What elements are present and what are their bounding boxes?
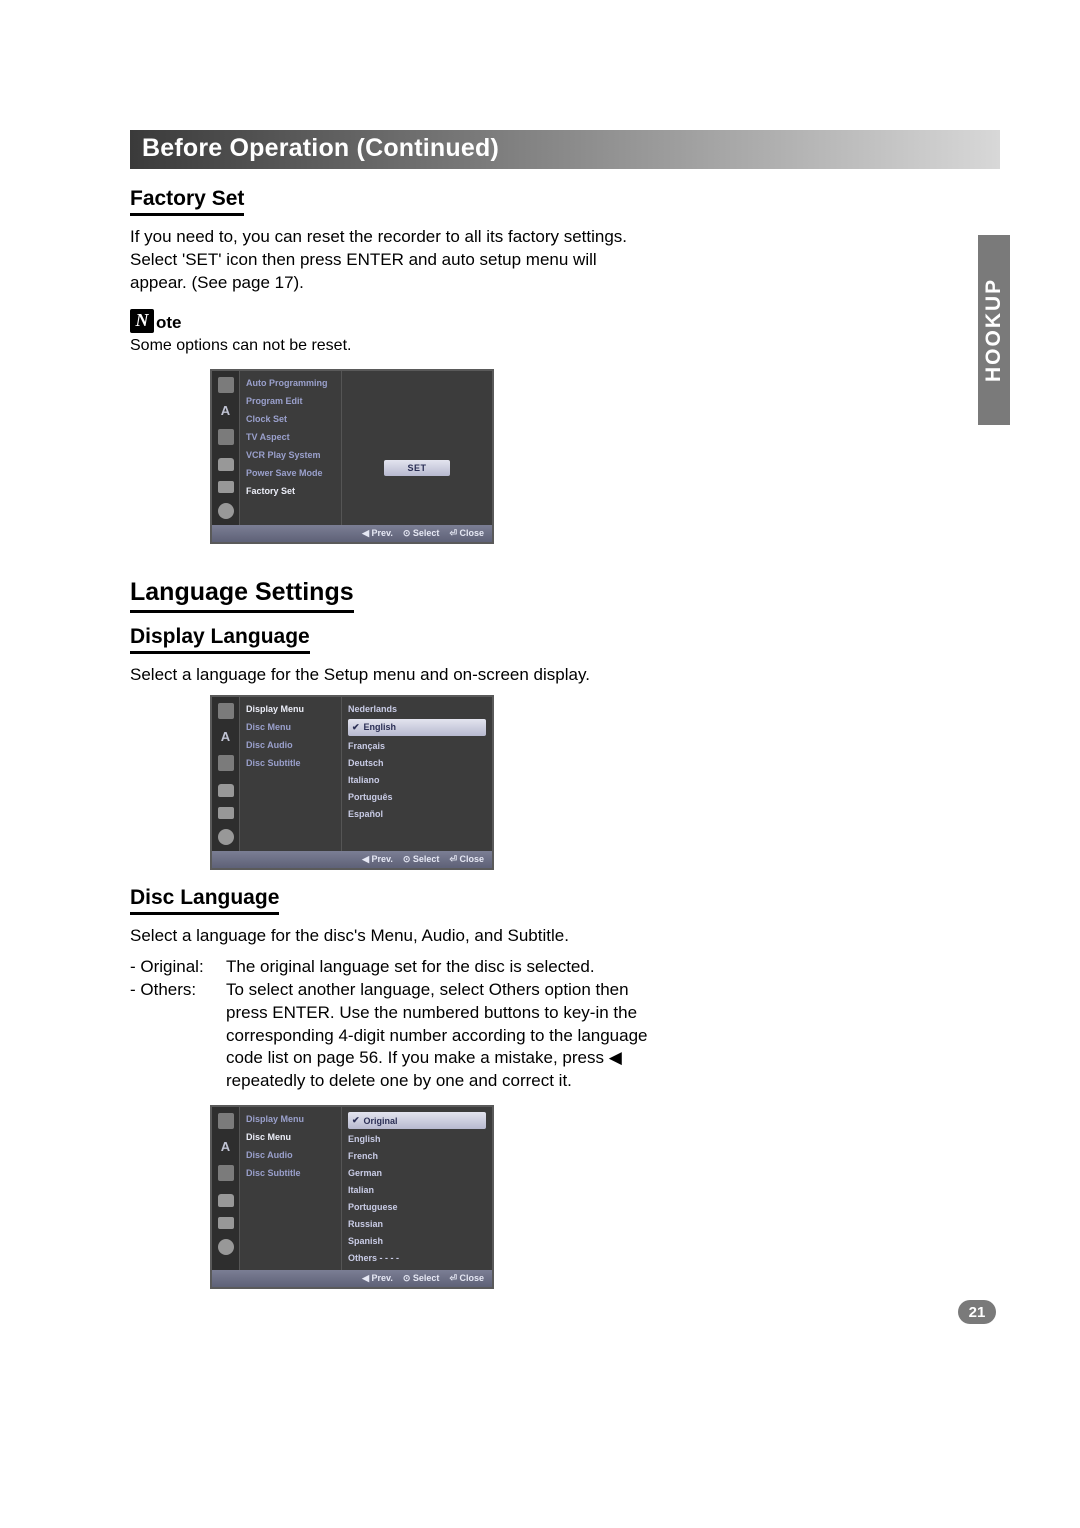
osd-footer: ◀ Prev. ⊙ Select ⏎ Close: [212, 1270, 492, 1287]
letter-a-icon: A: [218, 1139, 234, 1155]
menu-item[interactable]: Disc Subtitle: [246, 756, 335, 770]
osd-menu-list: Display Menu Disc Menu Disc Audio Disc S…: [240, 1107, 342, 1270]
menu-item[interactable]: Power Save Mode: [246, 466, 335, 480]
hdd-icon: [218, 807, 234, 819]
screen-icon: [218, 429, 234, 445]
osd-sidebar-icons: A: [212, 1107, 240, 1270]
heading-language-settings: Language Settings: [130, 578, 354, 613]
text-original: The original language set for the disc i…: [226, 956, 660, 979]
text-disc-language-body: Select a language for the disc's Menu, A…: [130, 925, 640, 948]
osd-disc-language: A Display Menu Disc Menu Disc Audio Disc…: [210, 1105, 494, 1289]
set-button[interactable]: SET: [384, 460, 450, 476]
footer-close: ⏎ Close: [449, 854, 484, 865]
footer-prev: ◀ Prev.: [362, 528, 393, 539]
osd-right-panel: SET: [342, 371, 492, 525]
osd-right-panel: Nederlands ✔ English Français Deutsch Ita…: [342, 697, 492, 851]
text-others: To select another language, select Other…: [226, 979, 660, 1094]
heading-display-language: Display Language: [130, 625, 310, 654]
side-tab-hookup: HOOKUP: [978, 235, 1010, 425]
lang-option-label: English: [364, 722, 397, 732]
screen-icon: [218, 1165, 234, 1181]
page-number: 21: [958, 1300, 996, 1324]
lang-option[interactable]: Français: [348, 739, 486, 753]
menu-item-selected[interactable]: Disc Menu: [246, 1130, 335, 1144]
lock-icon: [218, 784, 234, 797]
hdd-icon: [218, 1217, 234, 1229]
menu-item[interactable]: VCR Play System: [246, 448, 335, 462]
lang-option[interactable]: Portuguese: [348, 1200, 486, 1214]
lang-option[interactable]: Deutsch: [348, 756, 486, 770]
menu-item[interactable]: Disc Audio: [246, 738, 335, 752]
check-icon: ✔: [352, 722, 360, 733]
lang-option[interactable]: German: [348, 1166, 486, 1180]
lock-icon: [218, 458, 234, 471]
footer-close: ⏎ Close: [449, 1273, 484, 1284]
menu-item-selected[interactable]: Factory Set: [246, 484, 335, 498]
note-label: ote: [156, 313, 182, 333]
text-display-language-body: Select a language for the Setup menu and…: [130, 664, 640, 687]
lang-option[interactable]: Nederlands: [348, 702, 486, 716]
screen-icon: [218, 755, 234, 771]
check-icon: ✔: [352, 1115, 360, 1126]
osd-menu-list: Auto Programming Program Edit Clock Set …: [240, 371, 342, 525]
lock-icon: [218, 1194, 234, 1207]
letter-a-icon: A: [218, 729, 234, 745]
footer-prev: ◀ Prev.: [362, 854, 393, 865]
hdd-icon: [218, 481, 234, 493]
menu-item-selected[interactable]: Display Menu: [246, 702, 335, 716]
osd-footer: ◀ Prev. ⊙ Select ⏎ Close: [212, 851, 492, 868]
heading-disc-language: Disc Language: [130, 886, 279, 915]
footer-prev: ◀ Prev.: [362, 1273, 393, 1284]
lang-option-selected[interactable]: ✔ Original: [348, 1112, 486, 1129]
heading-factory-set: Factory Set: [130, 187, 244, 216]
label-original: - Original:: [130, 956, 226, 979]
tv-icon: [218, 1113, 234, 1129]
menu-item[interactable]: Disc Menu: [246, 720, 335, 734]
disc-icon: [218, 829, 234, 845]
osd-sidebar-icons: A: [212, 697, 240, 851]
menu-item[interactable]: Auto Programming: [246, 376, 335, 390]
lang-option-selected[interactable]: ✔ English: [348, 719, 486, 736]
menu-item[interactable]: Display Menu: [246, 1112, 335, 1126]
menu-item[interactable]: Clock Set: [246, 412, 335, 426]
menu-item[interactable]: TV Aspect: [246, 430, 335, 444]
lang-option[interactable]: Others - - - -: [348, 1251, 486, 1265]
tv-icon: [218, 377, 234, 393]
osd-menu-list: Display Menu Disc Menu Disc Audio Disc S…: [240, 697, 342, 851]
note-text: Some options can not be reset.: [130, 337, 640, 355]
text-factory-set-body: If you need to, you can reset the record…: [130, 226, 640, 295]
lang-option[interactable]: Russian: [348, 1217, 486, 1231]
footer-select: ⊙ Select: [403, 528, 440, 539]
page-section-header: Before Operation (Continued): [130, 130, 1000, 169]
lang-option[interactable]: French: [348, 1149, 486, 1163]
tv-icon: [218, 703, 234, 719]
osd-sidebar-icons: A: [212, 371, 240, 525]
footer-select: ⊙ Select: [403, 1273, 440, 1284]
osd-factory-set: A Auto Programming Program Edit Clock Se…: [210, 369, 494, 544]
footer-close: ⏎ Close: [449, 528, 484, 539]
disc-icon: [218, 503, 234, 519]
lang-option[interactable]: English: [348, 1132, 486, 1146]
menu-item[interactable]: Disc Audio: [246, 1148, 335, 1162]
lang-option[interactable]: Spanish: [348, 1234, 486, 1248]
lang-option[interactable]: Português: [348, 790, 486, 804]
letter-a-icon: A: [218, 403, 234, 419]
disc-icon: [218, 1239, 234, 1255]
lang-option[interactable]: Español: [348, 807, 486, 821]
menu-item[interactable]: Program Edit: [246, 394, 335, 408]
menu-item[interactable]: Disc Subtitle: [246, 1166, 335, 1180]
osd-display-language: A Display Menu Disc Menu Disc Audio Disc…: [210, 695, 494, 870]
lang-option[interactable]: Italiano: [348, 773, 486, 787]
note-icon: N: [130, 309, 154, 333]
osd-footer: ◀ Prev. ⊙ Select ⏎ Close: [212, 525, 492, 542]
footer-select: ⊙ Select: [403, 854, 440, 865]
osd-right-panel: ✔Original English French German Italian …: [342, 1107, 492, 1270]
lang-option[interactable]: Italian: [348, 1183, 486, 1197]
lang-option-label: Original: [364, 1116, 398, 1126]
label-others: - Others:: [130, 979, 226, 1094]
